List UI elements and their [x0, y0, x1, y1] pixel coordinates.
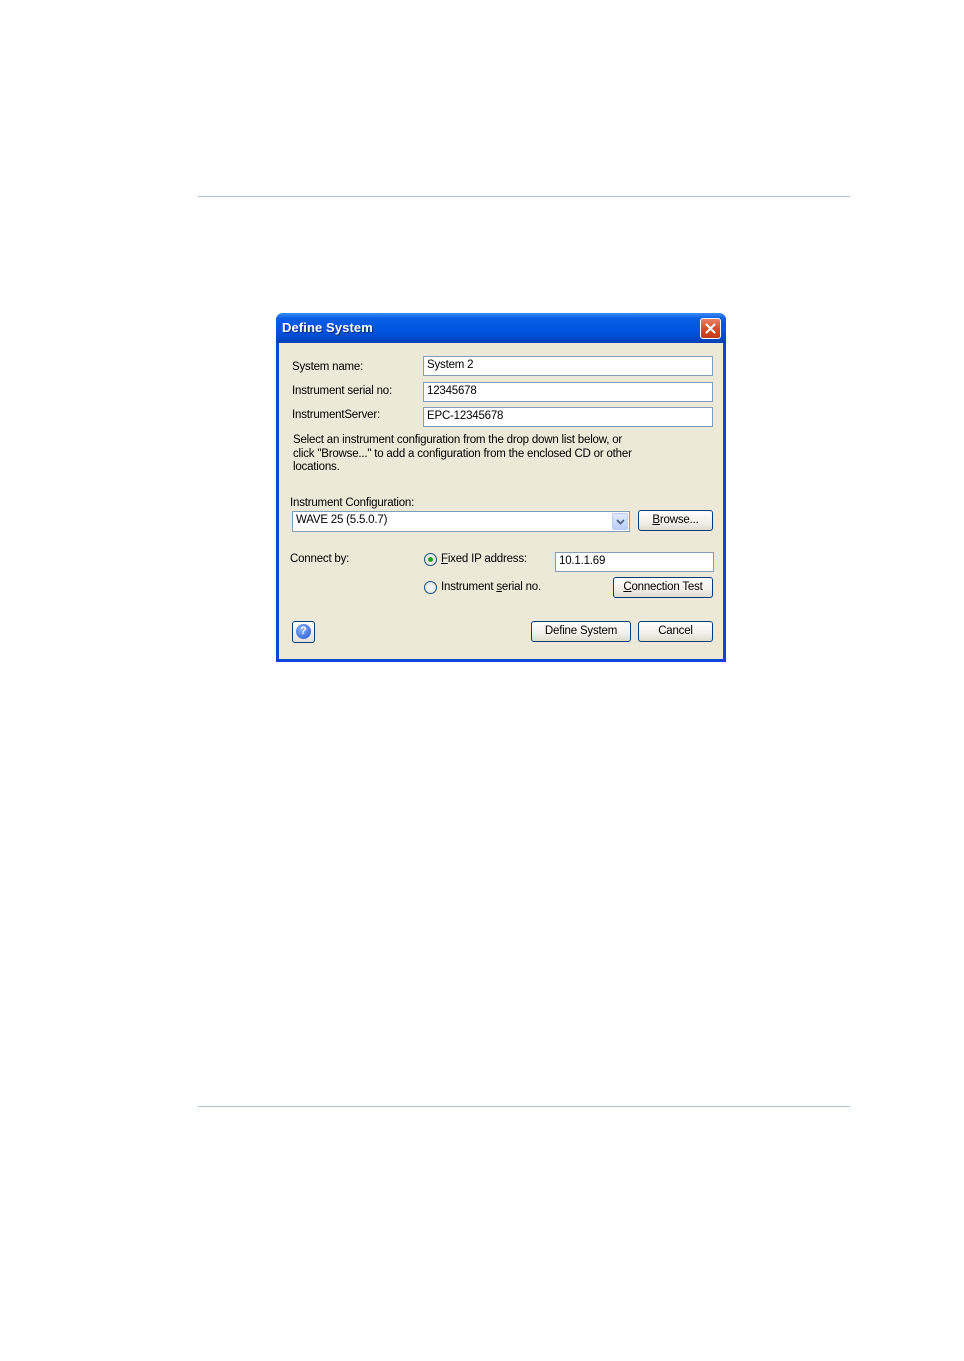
- fixed-ip-radio[interactable]: [424, 553, 437, 566]
- configuration-instructions: Select an instrument configuration from …: [293, 434, 632, 473]
- connection-test-button[interactable]: Connection Test: [613, 577, 713, 598]
- fixed-ip-label: Fixed IP address:: [441, 553, 527, 565]
- serial-label: Instrument serial no:: [292, 385, 392, 397]
- help-button[interactable]: ?: [292, 621, 315, 643]
- page-divider-bottom: [198, 1106, 850, 1107]
- dropdown-button[interactable]: [612, 513, 628, 530]
- selected-configuration: WAVE 25 (5.5.0.7): [296, 514, 388, 526]
- browse-button[interactable]: Browse...: [638, 510, 713, 531]
- define-system-dialog: Define System System name: System 2 Inst…: [276, 313, 726, 662]
- cancel-button[interactable]: Cancel: [638, 621, 713, 642]
- server-label: InstrumentServer:: [292, 409, 380, 421]
- page-divider-top: [198, 196, 850, 197]
- instrument-server-field[interactable]: EPC-12345678: [423, 407, 713, 427]
- close-button[interactable]: [700, 318, 721, 339]
- chevron-down-icon: [616, 519, 625, 525]
- define-system-button[interactable]: Define System: [531, 621, 631, 642]
- serial-no-radio-label: Instrument serial no.: [441, 581, 542, 593]
- ip-address-field[interactable]: 10.1.1.69: [555, 552, 714, 572]
- connect-by-label: Connect by:: [290, 553, 350, 565]
- radio-selected-dot: [428, 557, 433, 562]
- close-icon: [705, 323, 716, 334]
- dialog-titlebar[interactable]: Define System: [276, 313, 726, 343]
- system-name-label: System name:: [292, 361, 364, 373]
- system-name-field[interactable]: System 2: [423, 356, 713, 376]
- help-icon: ?: [296, 624, 311, 639]
- dialog-title: Define System: [282, 320, 373, 335]
- instrument-configuration-select[interactable]: WAVE 25 (5.5.0.7): [292, 511, 630, 532]
- serial-no-radio[interactable]: [424, 581, 437, 594]
- instrument-configuration-label: Instrument Configuration:: [290, 497, 415, 509]
- instrument-serial-field[interactable]: 12345678: [423, 382, 713, 402]
